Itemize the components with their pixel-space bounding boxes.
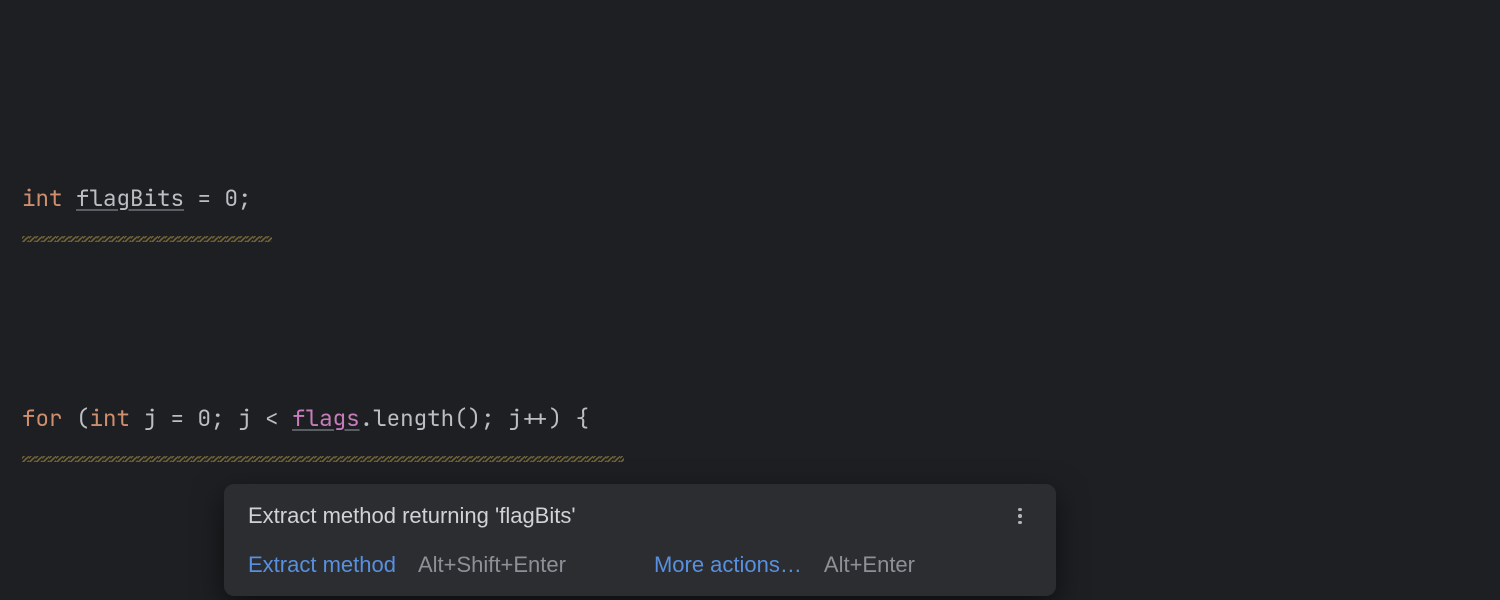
warning-underline [22,212,1291,256]
popup-title-row: Extract method returning 'flagBits' [248,500,1032,532]
code-text: .length(); j++) { [360,403,590,433]
field-flags: flags [292,403,360,433]
code-line: for (int j = 0; j < flags.length(); j++)… [0,396,1291,440]
shortcut-label: Alt+Shift+Enter [418,552,566,578]
shortcut-label: Alt+Enter [824,552,915,578]
keyword-int: int [22,183,63,213]
extract-method-action[interactable]: Extract method [248,552,396,578]
warning-underline [22,432,1291,476]
intention-popup: Extract method returning 'flagBits' Extr… [224,484,1056,596]
keyword-int: int [90,403,131,433]
code-text: = 0; [184,183,252,213]
variable-flagbits: flagBits [63,183,185,213]
code-text: j = 0; j < [130,403,292,433]
more-actions-action[interactable]: More actions… [654,552,802,578]
code-editor[interactable]: int flagBits = 0; for (int j = 0; j < fl… [0,0,1500,600]
popup-title: Extract method returning 'flagBits' [248,503,576,529]
keyword-for: for [22,403,63,433]
kebab-icon[interactable] [1008,504,1032,528]
code-text: ( [63,403,90,433]
code-line: int flagBits = 0; [0,176,1291,220]
popup-action-row: Extract method Alt+Shift+Enter More acti… [248,552,1032,578]
